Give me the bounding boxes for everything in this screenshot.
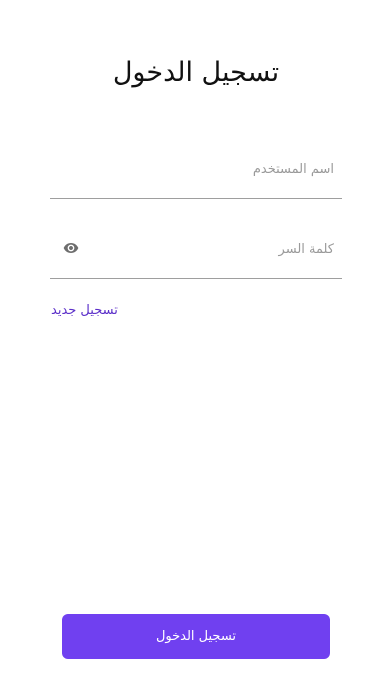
eye-icon[interactable] [60, 240, 82, 256]
username-input[interactable] [94, 158, 334, 180]
register-link[interactable]: تسجيل جديد [51, 302, 118, 320]
password-input[interactable] [94, 238, 334, 260]
username-field-container [50, 158, 342, 199]
login-button[interactable]: تسجيل الدخول [62, 614, 330, 659]
page-title: تسجيل الدخول [112, 57, 280, 88]
password-field-container [50, 238, 342, 279]
